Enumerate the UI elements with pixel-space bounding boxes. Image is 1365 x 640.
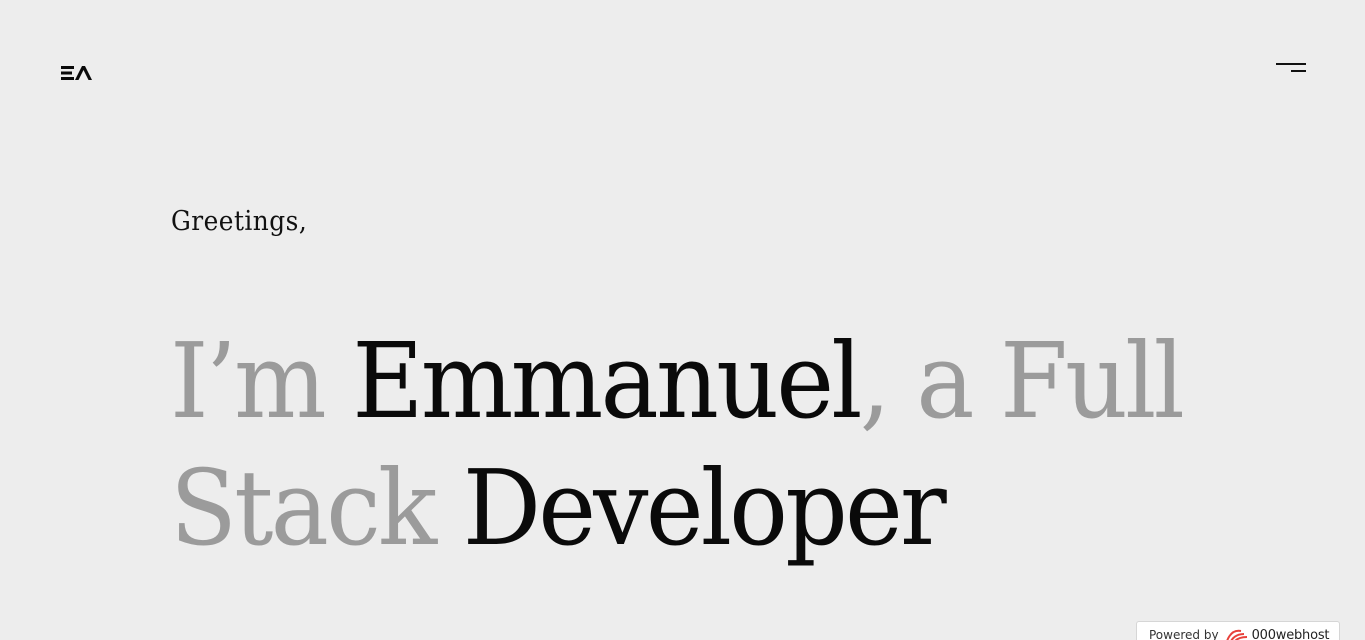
headline-im: I’m: [170, 320, 353, 442]
headline-line-1: I’m Emmanuel, a Full: [170, 318, 1185, 445]
ea-monogram-logo-icon: [61, 66, 92, 80]
headline-line-2: Stack Developer: [170, 445, 1110, 572]
host-logo: 000webhost: [1225, 628, 1330, 640]
menu-button[interactable]: [1272, 60, 1310, 80]
site-logo[interactable]: [61, 64, 93, 82]
headline-name: Emmanuel: [352, 320, 862, 442]
powered-by-label: Powered by: [1149, 628, 1219, 640]
hamburger-menu-icon-short-bar: [1291, 70, 1306, 72]
powered-by-badge[interactable]: Powered by 000webhost: [1136, 621, 1340, 640]
host-name: 000webhost: [1251, 628, 1330, 640]
headline-role: Developer: [462, 447, 947, 569]
headline-stack: Stack: [170, 447, 463, 569]
hero-headline: I’m Emmanuel, a Full Stack Developer: [170, 318, 1185, 572]
headline-full: , a Full: [859, 320, 1185, 442]
hamburger-menu-icon: [1276, 63, 1306, 65]
000webhost-swirl-icon: [1225, 629, 1247, 640]
greeting-text: Greetings,: [171, 206, 308, 237]
